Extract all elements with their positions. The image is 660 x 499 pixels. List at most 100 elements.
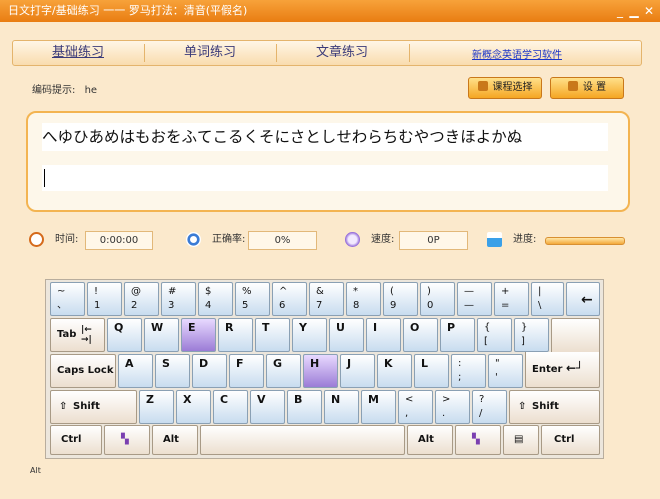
- key-bottom-char: 1: [94, 300, 101, 311]
- key-quote[interactable]: " ': [488, 354, 523, 388]
- key-f[interactable]: F: [229, 354, 264, 388]
- key-tilde[interactable]: ~、: [50, 282, 85, 316]
- target-icon: [186, 232, 201, 247]
- key-h[interactable]: H: [303, 354, 338, 388]
- key-ctrl-left[interactable]: Ctrl: [50, 425, 102, 455]
- practice-panel: へゆひあめはもおをふてこるくそにさとしせわらちむやつきほよかぬ: [26, 111, 630, 212]
- key-s[interactable]: S: [155, 354, 190, 388]
- key-enter[interactable]: Enter ←┘: [525, 352, 600, 388]
- key-ctrl-right[interactable]: Ctrl: [541, 425, 600, 455]
- key-z[interactable]: Z: [139, 390, 174, 424]
- close-icon[interactable]: ✕: [641, 3, 657, 19]
- key-7[interactable]: & 7: [309, 282, 344, 316]
- key-g[interactable]: G: [266, 354, 301, 388]
- text-caret: [44, 169, 45, 187]
- menu-icon: ▤: [514, 434, 524, 445]
- key-bottom-char: ]: [521, 336, 525, 347]
- key-bottom-char: 3: [168, 300, 175, 311]
- key-left-bracket[interactable]: {[: [477, 318, 512, 352]
- key-label: Tab: [57, 329, 77, 340]
- english-software-link[interactable]: 新概念英语学习软件: [472, 46, 562, 61]
- key-a[interactable]: A: [118, 354, 153, 388]
- key-letter: E: [188, 321, 196, 334]
- key-semicolon[interactable]: :;: [451, 354, 486, 388]
- key-shift-left[interactable]: ⇧ Shift: [50, 390, 137, 424]
- key-letter: I: [373, 321, 378, 334]
- key-x[interactable]: X: [176, 390, 211, 424]
- key-alt-left[interactable]: Alt: [152, 425, 198, 455]
- key-p[interactable]: P: [440, 318, 475, 352]
- accuracy-label: 正确率:: [212, 234, 246, 245]
- key-letter: M: [368, 393, 379, 406]
- lightbulb-icon: [345, 232, 360, 247]
- key-equals[interactable]: + =: [494, 282, 529, 316]
- key-9[interactable]: (9: [383, 282, 418, 316]
- key-0[interactable]: ) 0: [420, 282, 455, 316]
- key-top-char: }: [521, 322, 528, 333]
- key-bottom-char: ,: [405, 408, 409, 419]
- key-6[interactable]: ^ 6: [272, 282, 307, 316]
- key-y[interactable]: Y: [292, 318, 327, 352]
- key-t[interactable]: T: [255, 318, 290, 352]
- key-b[interactable]: B: [287, 390, 322, 424]
- key-enter-top[interactable]: [551, 318, 600, 352]
- tab-article-practice[interactable]: 文章练习: [277, 41, 407, 65]
- key-backspace[interactable]: ←: [566, 282, 600, 316]
- key-n[interactable]: N: [324, 390, 359, 424]
- key-1[interactable]: ! 1: [87, 282, 122, 316]
- key-backslash[interactable]: | \: [531, 282, 564, 316]
- bottom-decoration: Alt: [30, 466, 41, 475]
- key-i[interactable]: I: [366, 318, 401, 352]
- key-2[interactable]: @2: [124, 282, 159, 316]
- key-letter: Y: [299, 321, 307, 334]
- key-tab[interactable]: Tab |← →|: [50, 318, 105, 352]
- key-bottom-char: =: [501, 300, 510, 311]
- settings-button[interactable]: 设 置: [550, 77, 624, 99]
- key-space[interactable]: [200, 425, 405, 455]
- accuracy-stat: 正确率: 0%: [186, 230, 321, 250]
- typing-input[interactable]: [42, 165, 608, 191]
- key-c[interactable]: C: [213, 390, 248, 424]
- key-k[interactable]: K: [377, 354, 412, 388]
- key-l[interactable]: L: [414, 354, 449, 388]
- key-3[interactable]: #3: [161, 282, 196, 316]
- key-d[interactable]: D: [192, 354, 227, 388]
- tab-word-practice[interactable]: 单词练习: [145, 41, 275, 65]
- key-label: Ctrl: [554, 434, 575, 445]
- key-top-char: ?: [479, 394, 485, 405]
- key-shift-right[interactable]: ⇧ Shift: [509, 390, 600, 424]
- key-right-bracket[interactable]: }]: [514, 318, 549, 352]
- key-top-char: :: [458, 358, 462, 369]
- key-4[interactable]: $4: [198, 282, 233, 316]
- key-alt-right[interactable]: Alt: [407, 425, 453, 455]
- key-windows-right[interactable]: ▚: [455, 425, 501, 455]
- tab-basic-practice[interactable]: 基础练习: [13, 41, 143, 65]
- windows-icon: ▚: [472, 434, 480, 445]
- key-caps-lock[interactable]: Caps Lock: [50, 354, 116, 388]
- key-u[interactable]: U: [329, 318, 364, 352]
- key-label: Enter: [532, 364, 563, 375]
- key-letter: C: [220, 393, 229, 406]
- key-top-char: $: [205, 286, 212, 297]
- key-o[interactable]: O: [403, 318, 438, 352]
- key-top-char: +: [501, 286, 510, 297]
- course-select-button[interactable]: 课程选择: [468, 77, 542, 99]
- key-letter: Z: [146, 393, 154, 406]
- key-slash[interactable]: ? /: [472, 390, 507, 424]
- key-v[interactable]: V: [250, 390, 285, 424]
- key-e[interactable]: E: [181, 318, 216, 352]
- key-j[interactable]: J: [340, 354, 375, 388]
- key-8[interactable]: * 8: [346, 282, 381, 316]
- key-5[interactable]: % 5: [235, 282, 270, 316]
- key-r[interactable]: R: [218, 318, 253, 352]
- key-comma[interactable]: <,: [398, 390, 433, 424]
- key-w[interactable]: W: [144, 318, 179, 352]
- key-m[interactable]: M: [361, 390, 396, 424]
- key-top-char: (: [390, 286, 394, 297]
- minimize-button[interactable]: ▁: [626, 3, 642, 19]
- key-menu[interactable]: ▤: [503, 425, 539, 455]
- key-period[interactable]: >.: [435, 390, 470, 424]
- key-minus[interactable]: — —: [457, 282, 492, 316]
- key-q[interactable]: Q: [107, 318, 142, 352]
- key-windows-left[interactable]: ▚: [104, 425, 150, 455]
